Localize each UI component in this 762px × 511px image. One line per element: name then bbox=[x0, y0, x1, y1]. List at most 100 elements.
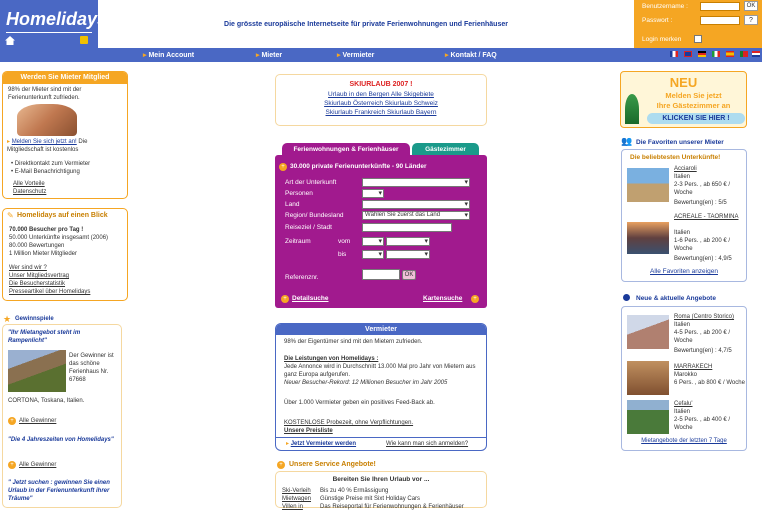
how-to-register-link[interactable]: Wie kann man sich anmelden? bbox=[386, 440, 468, 448]
service-subtitle: Bereiten Sie Ihren Urlaub vor ... bbox=[332, 476, 430, 483]
all-winners-link-2[interactable]: Alle Gewinner bbox=[19, 461, 56, 469]
vermieter-intro: 98% der Eigentümer sind mit den Mietern … bbox=[284, 339, 423, 345]
reiseziel-input[interactable] bbox=[362, 223, 452, 232]
ski-rental-desc: Bis zu 40 % Ermässigung bbox=[320, 488, 389, 494]
privacy-link[interactable]: Datenschutz bbox=[13, 188, 46, 196]
help-button[interactable]: ? bbox=[744, 15, 758, 25]
promo-banner[interactable]: NEU Melden Sie jetzt Ihre Gästezimmer an… bbox=[620, 71, 747, 128]
fav-2-name[interactable]: ACREALE - TAORMINA bbox=[674, 213, 744, 221]
vermieter-probe: KOSTENLOSE Probezeit, ohne Verpflichtung… bbox=[284, 420, 414, 426]
news-3-image[interactable] bbox=[627, 400, 669, 434]
logo-text: Homelidays bbox=[6, 9, 108, 29]
news-2-desc: 6 Pers. , ab 800 € / Woche bbox=[674, 380, 745, 386]
nav-mein-account[interactable]: Mein Account bbox=[143, 51, 194, 59]
login-ok-button[interactable]: OK bbox=[744, 1, 758, 11]
favorites-box: Die beliebtesten Unterkünfte! Acciaroli … bbox=[621, 149, 747, 282]
promo-line2: Ihre Gästezimmer an bbox=[656, 101, 731, 110]
winner-quote-1: "Ihr Mietangebot steht im Rampenlicht" bbox=[8, 330, 81, 344]
lock-icon bbox=[80, 36, 88, 44]
news-2-image[interactable] bbox=[627, 361, 669, 395]
promo-cta[interactable]: KLICKEN SIE HIER ! bbox=[647, 113, 745, 124]
flag-uk-icon[interactable] bbox=[684, 51, 692, 57]
villas-desc: Das Reiseportal für Ferienwohnungen & Fe… bbox=[320, 504, 464, 510]
contract-link[interactable]: Unser Mitgliedsvertrag bbox=[9, 272, 69, 280]
site-logo[interactable]: Homelidays bbox=[0, 0, 107, 48]
car-rental-link[interactable]: Mietwagen bbox=[282, 495, 311, 503]
recent-offers-link[interactable]: Mietangebote der letzten 7 Tage bbox=[622, 438, 746, 444]
nav-vermieter[interactable]: Vermieter bbox=[337, 51, 374, 59]
region-select[interactable]: Wählen Sie zuerst das Land bbox=[362, 211, 470, 220]
ribbon-icon: ✎ bbox=[7, 211, 14, 220]
label-reiseziel: Reiseziel / Stadt bbox=[285, 224, 332, 231]
ski-line-2[interactable]: Skiurlaub Österreich Skiurlaub Schweiz bbox=[276, 100, 486, 107]
all-winners-link[interactable]: Alle Gewinner bbox=[19, 417, 56, 425]
flag-pt-icon[interactable] bbox=[740, 51, 748, 57]
home-icon[interactable] bbox=[5, 36, 15, 45]
ski-rental-link[interactable]: Ski-Verleih bbox=[282, 487, 311, 495]
news-2-country: Marokko bbox=[674, 372, 698, 378]
plus-icon: + bbox=[8, 417, 16, 425]
flag-de-icon[interactable] bbox=[698, 51, 706, 57]
winner-text: Der Gewinner ist das schöne Ferienhaus N… bbox=[69, 353, 114, 383]
price-list-link[interactable]: Unsere Preisliste bbox=[284, 427, 333, 435]
referenz-ok-button[interactable]: OK bbox=[402, 270, 416, 280]
detail-search-link[interactable]: Detailsuche bbox=[292, 295, 329, 302]
promo-line1: Melden Sie jetzt bbox=[665, 91, 722, 100]
news-box: Roma (Centro Storico) Italien 4-5 Pers. … bbox=[621, 306, 747, 451]
news-1-rating: Bewertung(en) : 4,7/5 bbox=[674, 348, 732, 354]
map-search-link[interactable]: Kartensuche bbox=[423, 295, 462, 302]
flag-nl-icon[interactable] bbox=[752, 51, 760, 57]
news-1-desc: 4-5 Pers. , ab 200 € / Woche bbox=[674, 330, 731, 344]
all-advantages-link[interactable]: Alle Vorteile bbox=[13, 180, 45, 188]
glance-title: Homelidays auf einen Blick bbox=[17, 212, 108, 219]
fav-1-name[interactable]: Acciaroli bbox=[674, 165, 697, 173]
flag-it-icon[interactable] bbox=[712, 51, 720, 57]
nav-mieter[interactable]: Mieter bbox=[256, 51, 282, 59]
villas-link[interactable]: Villen in bbox=[282, 503, 303, 511]
remember-label: Login merken bbox=[642, 36, 682, 43]
about-link[interactable]: Wer sind wir ? bbox=[9, 264, 47, 272]
flag-es-icon[interactable] bbox=[726, 51, 734, 57]
stats-link[interactable]: Die Besucherstatistik bbox=[9, 280, 65, 288]
vom-month-select[interactable] bbox=[386, 237, 430, 246]
winner-house-image[interactable] bbox=[8, 350, 66, 392]
main-nav: Mein Account Mieter Vermieter Kontakt / … bbox=[0, 48, 762, 62]
news-3-name[interactable]: Cefalu' bbox=[674, 400, 693, 408]
label-land: Land bbox=[285, 201, 300, 208]
personen-select[interactable] bbox=[362, 189, 384, 198]
people-icon: 👥 bbox=[621, 136, 633, 146]
plus-icon-2: + bbox=[8, 461, 16, 469]
label-art: Art der Unterkunft bbox=[285, 179, 337, 186]
vom-day-select[interactable] bbox=[362, 237, 384, 246]
fav-1-image[interactable] bbox=[627, 168, 669, 202]
plus-icon-service: + bbox=[277, 461, 285, 469]
art-select[interactable] bbox=[362, 178, 470, 187]
password-input[interactable] bbox=[700, 16, 740, 25]
username-input[interactable] bbox=[700, 2, 740, 11]
label-bis: bis bbox=[338, 251, 347, 258]
news-1-name[interactable]: Roma (Centro Storico) bbox=[674, 313, 734, 321]
land-select[interactable] bbox=[362, 200, 470, 209]
referenznr-input[interactable] bbox=[362, 269, 400, 280]
fav-1-country: Italien bbox=[674, 174, 691, 180]
winner-location: CORTONA, Toskana, Italien. bbox=[8, 398, 85, 404]
news-1-image[interactable] bbox=[627, 315, 669, 349]
signup-link[interactable]: Melden Sie sich jetzt an! bbox=[12, 139, 77, 145]
become-landlord-link[interactable]: Jetzt Vermieter werden bbox=[291, 441, 356, 447]
ski-line-3[interactable]: Skiurlaub Frankreich Skiurlaub Bayern bbox=[276, 109, 486, 116]
ski-line-1[interactable]: Urlaub in den Bergen Alle Skigebiete bbox=[276, 91, 486, 98]
news-3-desc: 2-5 Pers. , ab 400 € / Woche bbox=[674, 417, 731, 431]
bis-month-select[interactable] bbox=[386, 250, 430, 259]
remember-checkbox[interactable] bbox=[694, 35, 702, 43]
bis-day-select[interactable] bbox=[362, 250, 384, 259]
label-personen: Personen bbox=[285, 190, 313, 197]
fav-2-image[interactable] bbox=[627, 222, 669, 254]
press-link[interactable]: Presseartikel über Homelidays bbox=[9, 288, 90, 296]
news-2-name[interactable]: MARRAKECH bbox=[674, 363, 712, 371]
ski-box: SKIURLAUB 2007 ! Urlaub in den Bergen Al… bbox=[275, 74, 487, 126]
fav-2-desc: 1-6 Pers. , ab 200 € / Woche bbox=[674, 238, 731, 252]
winners-box: "Ihr Mietangebot steht im Rampenlicht" D… bbox=[2, 324, 122, 508]
all-favorites-link[interactable]: Alle Favoriten anzeigen bbox=[622, 268, 746, 275]
nav-kontakt[interactable]: Kontakt / FAQ bbox=[445, 51, 496, 59]
flag-fr-icon[interactable] bbox=[670, 51, 678, 57]
